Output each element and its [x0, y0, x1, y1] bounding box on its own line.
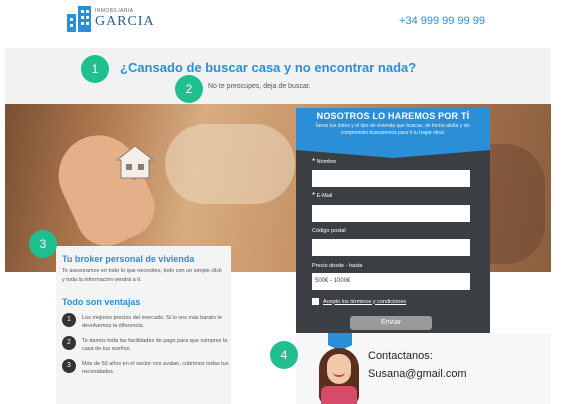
email-label: * E-Mail [312, 191, 333, 200]
hand-image [45, 122, 165, 256]
advantage-text: Los mejores precios del mercado. Si lo v… [82, 315, 223, 329]
hero-subline: No te preocupes, deja de buscar. [208, 83, 311, 90]
contact-pointer [328, 333, 352, 351]
submit-button[interactable]: Enviar [350, 316, 432, 330]
name-label: * Nombre [312, 157, 337, 166]
contact-label: Contactanos: [368, 350, 433, 362]
advantage-item: 2 Te damos toda las facilidades de pago … [62, 336, 231, 353]
marker-4: 4 [270, 341, 298, 369]
marker-2: 2 [175, 75, 203, 103]
advantage-item: 1 Los mejores precios del mercado. Si lo… [62, 313, 231, 330]
form-description: Ïanos tus datos y el tipo de vivienda qu… [316, 123, 470, 136]
price-range-label: Precio desde - hasta [312, 263, 363, 269]
name-field[interactable] [312, 170, 470, 187]
hero-headline: ¿Cansado de buscar casa y no encontrar n… [120, 60, 417, 75]
marker-3: 3 [29, 230, 57, 258]
checkbox-icon[interactable] [312, 298, 319, 305]
advantage-number: 1 [62, 313, 76, 327]
broker-text: Te asesoramos en todo lo que necesites, … [62, 268, 222, 283]
house-keychain-icon [115, 145, 155, 180]
advantage-text: Te damos toda las facilidades de pago pa… [82, 338, 228, 352]
marker-1: 1 [81, 55, 109, 83]
phone-number[interactable]: +34 999 99 99 99 [399, 15, 485, 27]
terms-link[interactable]: Acepto los términos y condiciones [323, 299, 406, 305]
advantage-item: 3 Más de 50 años en el sector nos avalan… [62, 359, 231, 376]
broker-card: Tu broker personal de vivienda Te asesor… [56, 246, 231, 404]
site-header: INMOBILIARIA GARCIA +34 999 99 99 99 [0, 0, 565, 46]
lead-form: NOSOTROS LO HAREMOS POR TÍ Ïanos tus dat… [296, 108, 490, 333]
advantage-number: 3 [62, 359, 76, 373]
building-icon [67, 6, 91, 32]
form-header: NOSOTROS LO HAREMOS POR TÍ Ïanos tus dat… [296, 108, 490, 158]
advantage-text: Más de 50 años en el sector nos avalan, … [82, 361, 229, 375]
advantages-title: Todo son ventajas [62, 297, 141, 307]
price-range-field[interactable]: 500€ - 1000€ [312, 273, 470, 290]
terms-checkbox[interactable]: Acepto los términos y condiciones [312, 298, 406, 305]
broker-title: Tu broker personal de vivienda [62, 254, 195, 264]
form-title: NOSOTROS LO HAREMOS POR TÍ [316, 111, 470, 121]
logo-name: GARCIA [95, 14, 155, 29]
postal-code-field[interactable] [312, 239, 470, 256]
contact-email[interactable]: Susana@gmail.com [368, 368, 467, 380]
email-field[interactable] [312, 205, 470, 222]
advantage-number: 2 [62, 336, 76, 350]
logo[interactable]: INMOBILIARIA GARCIA [67, 6, 155, 32]
avatar [315, 346, 363, 404]
postal-code-label: Código postal [312, 228, 346, 234]
